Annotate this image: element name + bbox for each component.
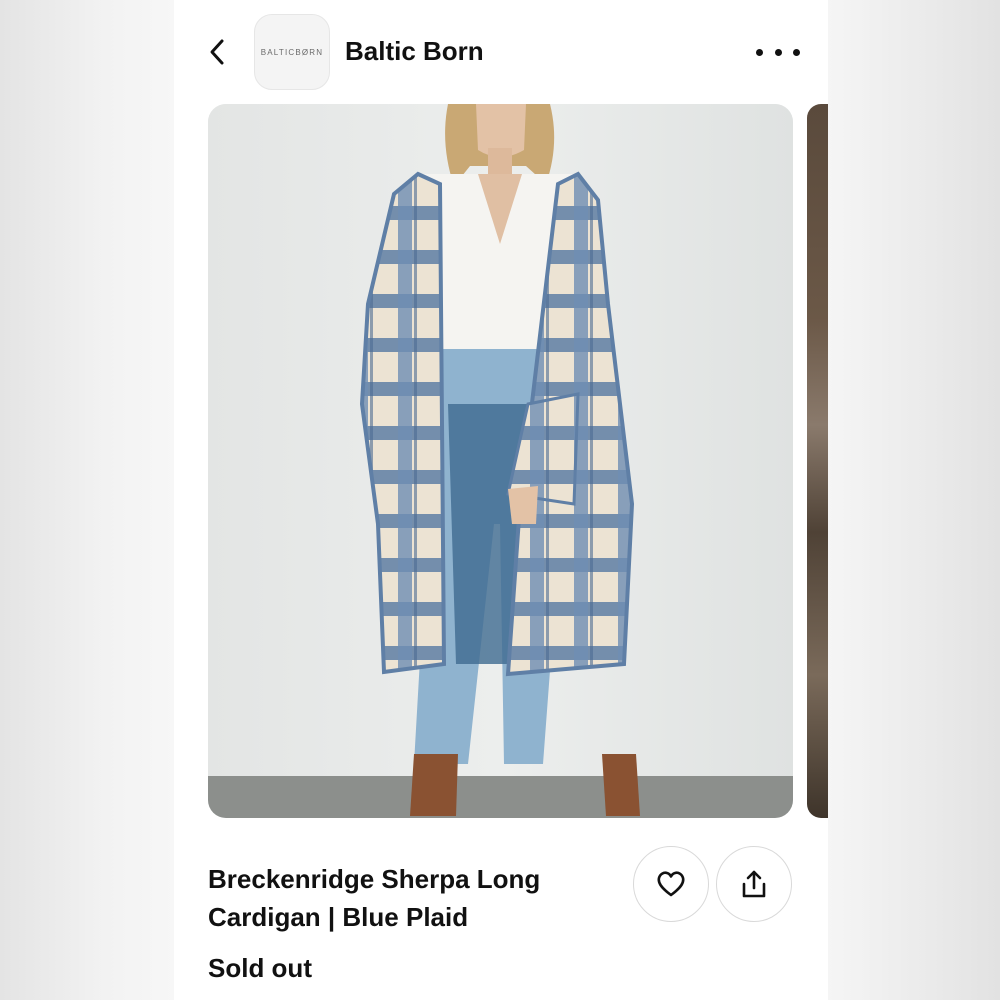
brand-logo[interactable]: BALTICBØRN bbox=[254, 14, 330, 90]
product-title: Breckenridge Sherpa Long Cardigan | Blue… bbox=[208, 860, 598, 936]
product-title-line2: Cardigan | Blue Plaid bbox=[208, 902, 469, 932]
heart-icon bbox=[657, 871, 685, 897]
save-button[interactable] bbox=[633, 846, 709, 922]
product-photo[interactable] bbox=[208, 104, 793, 818]
more-horizontal-icon bbox=[756, 48, 763, 56]
header: BALTICBØRN Baltic Born bbox=[174, 0, 828, 100]
product-screen: BALTICBØRN Baltic Born Breckenridge Sher… bbox=[174, 0, 828, 1000]
product-photo-illustration bbox=[208, 104, 793, 818]
back-button[interactable] bbox=[202, 36, 232, 68]
brand-logo-text: BALTICBØRN bbox=[260, 47, 324, 57]
background-blur-right bbox=[828, 0, 1000, 1000]
product-image-carousel[interactable] bbox=[208, 104, 828, 818]
share-button[interactable] bbox=[716, 846, 792, 922]
chevron-left-icon bbox=[210, 39, 224, 65]
next-product-photo[interactable] bbox=[807, 104, 828, 818]
stock-status: Sold out bbox=[208, 953, 312, 983]
background-blur-left bbox=[0, 0, 174, 1000]
share-icon bbox=[742, 870, 766, 898]
brand-name[interactable]: Baltic Born bbox=[345, 36, 484, 67]
product-title-line1: Breckenridge Sherpa Long bbox=[208, 864, 541, 894]
more-options-button[interactable] bbox=[756, 38, 800, 66]
